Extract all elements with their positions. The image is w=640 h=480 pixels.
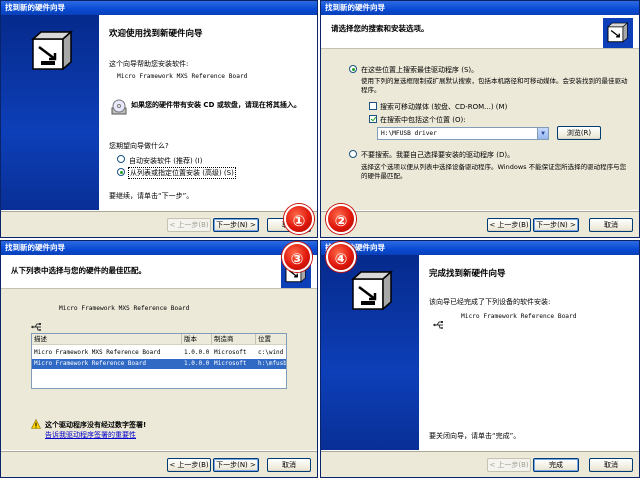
window-title: 找到新的硬件向导 (1, 241, 317, 255)
finish-button[interactable]: 完成 (533, 458, 579, 472)
wizard-footer: < 上一步(B) 下一步(N) > 取消 (1, 210, 317, 237)
table-row[interactable]: Micro Framework MXS Reference Board 1.0.… (32, 348, 286, 358)
radio-search-locations[interactable] (349, 65, 357, 73)
wizard-window-select-driver: 找到新的硬件向导 从下列表中选择与您的硬件的最佳匹配。 Micro Framew… (0, 240, 318, 478)
hardware-box-icon (31, 30, 73, 71)
checkbox-include-location[interactable] (369, 115, 377, 123)
wizard-window-complete: 找到新的硬件向导 完成找到新硬件向导 该向导已经完成了下列设备的软件安装: Mi… (320, 240, 640, 478)
cancel-button[interactable]: 取消 (589, 458, 633, 472)
radio-search-locations-label: 在这些位置上搜索最佳驱动程序 (S)。 (361, 66, 479, 74)
page-title: 完成找到新硬件向导 (429, 269, 506, 279)
question-text: 您期望向导做什么? (109, 142, 169, 150)
table-row-selected[interactable]: Micro Framework Reference Board 1.0.0.0 … (32, 359, 286, 369)
cancel-button[interactable]: 取消 (267, 458, 311, 472)
wizard-window-search-options: 找到新的硬件向导 请选择您的搜索和安装选项。 在这些位置上搜索最佳驱动程序 (S… (320, 0, 640, 238)
window-title: 找到新的硬件向导 (321, 241, 639, 255)
device-name: Micro Framework Reference Board (461, 313, 577, 320)
checkbox-search-removable-label: 搜索可移动媒体 (软盘、CD-ROM...) (M) (380, 103, 508, 111)
device-name: Micro Framework MXS Reference Board (117, 73, 248, 80)
driver-list[interactable]: 描述 版本 制造商 位置 Micro Framework MXS Referen… (31, 333, 287, 389)
cell-description: Micro Framework MXS Reference Board (34, 349, 161, 356)
radio-auto-install-label: 自动安装软件 (推荐) (I) (129, 157, 203, 165)
back-button[interactable]: < 上一步(B) (487, 458, 531, 472)
radio-manual-install-label: 从列表或指定位置安装 (高级) (S) (128, 167, 236, 179)
back-button[interactable]: < 上一步(B) (167, 218, 211, 232)
step-badge-1: ① (284, 204, 314, 234)
radio-no-search[interactable] (349, 150, 357, 158)
page-title: 从下列表中选择与您的硬件的最佳匹配。 (11, 266, 146, 275)
cell-version: 1.0.0.0 (184, 360, 210, 367)
search-description: 使用下列的复选框限制或扩展默认搜索，包括本机路径和可移动媒体。会安装找到的最佳驱… (361, 77, 628, 94)
cell-manufacturer: Microsoft (214, 349, 247, 356)
step-badge-2: ② (326, 204, 356, 234)
window-title: 找到新的硬件向导 (321, 1, 639, 15)
wizard-header: 请选择您的搜索和安装选项。 (321, 15, 639, 49)
back-button[interactable]: < 上一步(B) (487, 218, 531, 232)
wizard-sidebar (1, 15, 99, 210)
cell-version: 1.0.0.0 (184, 349, 210, 356)
intro-text: 这个向导帮助您安装软件: (109, 60, 189, 68)
browse-button[interactable]: 浏览(R) (557, 126, 601, 140)
next-button[interactable]: 下一步(N) > (213, 218, 259, 232)
warning-icon (31, 419, 41, 429)
column-header-location[interactable]: 位置 (256, 334, 286, 345)
wizard-content: 欢迎使用找到新硬件向导 这个向导帮助您安装软件: Micro Framework… (1, 15, 317, 210)
path-combobox[interactable]: H:\MFUSB driver ▼ (377, 127, 549, 140)
column-header-version[interactable]: 版本 (182, 334, 212, 345)
checkbox-search-removable[interactable] (369, 102, 377, 110)
step-badge-4: ④ (326, 242, 356, 272)
wizard-header: 从下列表中选择与您的硬件的最佳匹配。 (1, 255, 317, 289)
wizard-footer: < 上一步(B) 下一步(N) > 取消 (1, 450, 317, 477)
cell-location: c:\wind (258, 349, 284, 356)
wizard-content: 请选择您的搜索和安装选项。 在这些位置上搜索最佳驱动程序 (S)。 使用下列的复… (321, 15, 639, 210)
wizard-footer: < 上一步(B) 完成 取消 (321, 450, 639, 477)
window-title: 找到新的硬件向导 (1, 1, 317, 15)
cancel-button[interactable]: 取消 (589, 218, 633, 232)
continue-hint: 要继续，请单击“下一步”。 (109, 192, 194, 200)
cell-location: h:\mfusb (258, 360, 287, 367)
device-name: Micro Framework MXS Reference Board (59, 305, 190, 312)
cd-hint: 如果您的硬件带有安装 CD 或软盘，请现在将其插入。 (131, 101, 301, 109)
usb-icon (433, 321, 443, 329)
column-header-description[interactable]: 描述 (32, 334, 182, 345)
next-button[interactable]: 下一步(N) > (533, 218, 579, 232)
step-badge-3: ③ (282, 242, 312, 272)
back-button[interactable]: < 上一步(B) (167, 458, 211, 472)
wizard-content: 从下列表中选择与您的硬件的最佳匹配。 Micro Framework MXS R… (1, 255, 317, 450)
page-title: 欢迎使用找到新硬件向导 (109, 29, 203, 39)
wizard-content: 完成找到新硬件向导 该向导已经完成了下列设备的软件安装: Micro Frame… (321, 255, 639, 450)
unsigned-warning: 这个驱动程序没有经过数字签署! (45, 421, 147, 429)
hardware-box-icon (603, 18, 633, 48)
no-search-description: 选择这个选项以便从列表中选择设备驱动程序。Windows 不能保证您所选择的驱动… (361, 163, 627, 180)
cd-icon (111, 99, 127, 115)
close-hint: 要关闭向导，请单击“完成”。 (429, 432, 521, 440)
done-text: 该向导已经完成了下列设备的软件安装: (429, 298, 551, 306)
radio-no-search-label: 不要搜索。我要自己选择要安装的驱动程序 (D)。 (361, 151, 515, 159)
cell-description: Micro Framework Reference Board (34, 360, 146, 367)
page-title: 请选择您的搜索和安装选项。 (331, 24, 429, 33)
usb-icon (31, 323, 41, 331)
wizard-footer: < 上一步(B) 下一步(N) > 取消 (321, 210, 639, 237)
cell-manufacturer: Microsoft (214, 360, 247, 367)
column-header-manufacturer[interactable]: 制造商 (212, 334, 256, 345)
signing-info-link[interactable]: 告诉我驱动程序签署的重要性 (45, 430, 136, 440)
radio-auto-install[interactable] (117, 155, 125, 163)
chevron-down-icon[interactable]: ▼ (537, 128, 548, 139)
wizard-window-welcome: 找到新的硬件向导 欢迎使用找到新硬件向导 这个向导帮助您安装软件: Micro … (0, 0, 318, 238)
wizard-sidebar (321, 255, 419, 450)
hardware-box-icon (351, 270, 393, 311)
radio-manual-install[interactable] (117, 168, 125, 176)
checkbox-include-location-label: 在搜索中包括这个位置 (O): (380, 116, 466, 124)
path-value: H:\MFUSB driver (381, 130, 437, 137)
next-button[interactable]: 下一步(N) > (213, 458, 259, 472)
